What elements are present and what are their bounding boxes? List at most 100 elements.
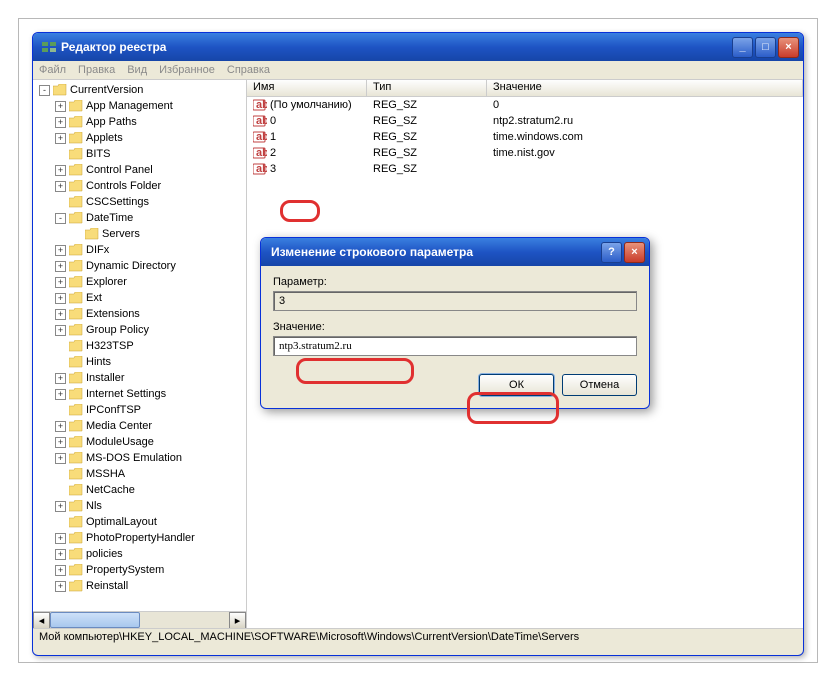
tree-item[interactable]: +Group Policy (35, 322, 244, 338)
tree-item-label: Applets (86, 132, 123, 144)
expander-icon[interactable]: + (55, 165, 66, 176)
expander-icon[interactable]: + (55, 309, 66, 320)
close-button[interactable]: × (778, 37, 799, 58)
tree-item[interactable]: +MS-DOS Emulation (35, 450, 244, 466)
expander-icon[interactable]: - (55, 213, 66, 224)
tree-item[interactable]: +DIFx (35, 242, 244, 258)
menu-favorites[interactable]: Избранное (159, 64, 215, 76)
tree-item[interactable]: +Nls (35, 498, 244, 514)
menu-view[interactable]: Вид (127, 64, 147, 76)
tree-item[interactable]: +ModuleUsage (35, 434, 244, 450)
expander-icon[interactable] (71, 229, 82, 240)
expander-icon[interactable]: + (55, 501, 66, 512)
registry-tree[interactable]: - CurrentVersion +App Management+App Paths… (33, 80, 246, 608)
tree-item[interactable]: +Reinstall (35, 578, 244, 594)
ok-button[interactable]: ОК (479, 374, 554, 396)
expander-icon[interactable] (55, 149, 66, 160)
tree-item[interactable]: +Dynamic Directory (35, 258, 244, 274)
tree-item[interactable]: +Extensions (35, 306, 244, 322)
maximize-button[interactable]: □ (755, 37, 776, 58)
expander-icon[interactable]: + (55, 181, 66, 192)
dialog-help-button[interactable]: ? (601, 242, 622, 263)
expander-icon[interactable]: + (55, 565, 66, 576)
tree-item[interactable]: IPConfTSP (35, 402, 244, 418)
scroll-thumb[interactable] (50, 612, 140, 628)
expander-icon[interactable] (55, 197, 66, 208)
folder-icon (69, 164, 83, 176)
dialog-close-button[interactable]: × (624, 242, 645, 263)
list-row[interactable]: ab3REG_SZ (247, 161, 803, 177)
expander-icon[interactable] (55, 341, 66, 352)
tree-item[interactable]: +Media Center (35, 418, 244, 434)
expander-icon[interactable] (55, 517, 66, 528)
reg-string-icon: ab (253, 114, 267, 128)
main-titlebar[interactable]: Редактор реестра _ □ × (33, 33, 803, 61)
header-name[interactable]: Имя (247, 80, 367, 96)
expander-icon[interactable]: + (55, 437, 66, 448)
tree-item[interactable]: - CurrentVersion (35, 82, 244, 98)
expander-icon[interactable]: + (55, 581, 66, 592)
list-row[interactable]: ab0REG_SZntp2.stratum2.ru (247, 113, 803, 129)
expander-icon[interactable] (55, 485, 66, 496)
expander-icon[interactable]: + (55, 277, 66, 288)
list-row[interactable]: ab(По умолчанию)REG_SZ0 (247, 97, 803, 113)
tree-item[interactable]: MSSHA (35, 466, 244, 482)
expander-icon[interactable]: + (55, 117, 66, 128)
expander-icon[interactable]: - (39, 85, 50, 96)
tree-item[interactable]: +Internet Settings (35, 386, 244, 402)
tree-item[interactable]: + Applets (35, 130, 244, 146)
expander-icon[interactable]: + (55, 533, 66, 544)
expander-icon[interactable]: + (55, 453, 66, 464)
header-type[interactable]: Тип (367, 80, 487, 96)
tree-item[interactable]: H323TSP (35, 338, 244, 354)
menu-file[interactable]: Файл (39, 64, 66, 76)
tree-item[interactable]: +PropertySystem (35, 562, 244, 578)
dialog-titlebar[interactable]: Изменение строкового параметра ? × (261, 238, 649, 266)
tree-item[interactable]: NetCache (35, 482, 244, 498)
menu-edit[interactable]: Правка (78, 64, 115, 76)
tree-item[interactable]: -DateTime (35, 210, 244, 226)
tree-item[interactable]: +Explorer (35, 274, 244, 290)
list-row[interactable]: ab1REG_SZtime.windows.com (247, 129, 803, 145)
tree-item[interactable]: +PhotoPropertyHandler (35, 530, 244, 546)
header-value[interactable]: Значение (487, 80, 803, 96)
expander-icon[interactable]: + (55, 293, 66, 304)
tree-item[interactable]: +Installer (35, 370, 244, 386)
tree-scrollbar-h[interactable]: ◂ ▸ (33, 611, 246, 628)
expander-icon[interactable]: + (55, 549, 66, 560)
tree-item[interactable]: +App Management (35, 98, 244, 114)
expander-icon[interactable] (55, 469, 66, 480)
value-input[interactable] (273, 336, 637, 356)
expander-icon[interactable]: + (55, 261, 66, 272)
menu-help[interactable]: Справка (227, 64, 270, 76)
expander-icon[interactable]: + (55, 101, 66, 112)
tree-item[interactable]: +Ext (35, 290, 244, 306)
expander-icon[interactable]: + (55, 133, 66, 144)
value-type: REG_SZ (367, 147, 487, 159)
folder-icon (69, 468, 83, 480)
expander-icon[interactable]: + (55, 373, 66, 384)
tree-item-label: CurrentVersion (70, 84, 143, 96)
expander-icon[interactable]: + (55, 325, 66, 336)
cancel-button[interactable]: Отмена (562, 374, 637, 396)
value-name: 3 (270, 163, 276, 175)
tree-item[interactable]: +App Paths (35, 114, 244, 130)
tree-item[interactable]: +policies (35, 546, 244, 562)
reg-string-icon: ab (253, 162, 267, 176)
tree-item[interactable]: BITS (35, 146, 244, 162)
tree-item[interactable]: +Control Panel (35, 162, 244, 178)
list-row[interactable]: ab2REG_SZtime.nist.gov (247, 145, 803, 161)
expander-icon[interactable]: + (55, 389, 66, 400)
expander-icon[interactable] (55, 357, 66, 368)
tree-item[interactable]: OptimalLayout (35, 514, 244, 530)
tree-item[interactable]: Hints (35, 354, 244, 370)
expander-icon[interactable]: + (55, 245, 66, 256)
scroll-left-icon[interactable]: ◂ (33, 612, 50, 628)
tree-item[interactable]: +Controls Folder (35, 178, 244, 194)
tree-item[interactable]: Servers (35, 226, 244, 242)
minimize-button[interactable]: _ (732, 37, 753, 58)
expander-icon[interactable] (55, 405, 66, 416)
tree-item[interactable]: CSCSettings (35, 194, 244, 210)
expander-icon[interactable]: + (55, 421, 66, 432)
scroll-right-icon[interactable]: ▸ (229, 612, 246, 628)
